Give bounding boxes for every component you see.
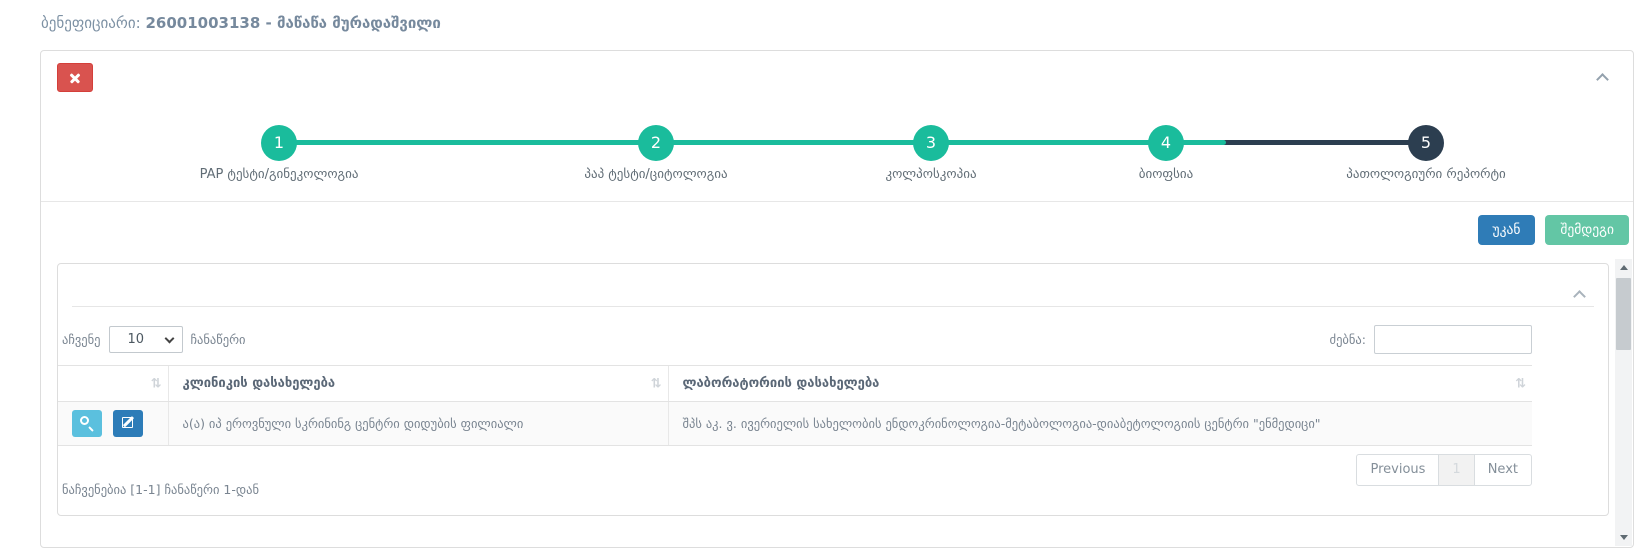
scroll-area: აჩვენე 10 ჩანაწერი ძებნა: — [42, 259, 1632, 546]
sort-icon: ⇅ — [651, 376, 661, 391]
magnifier-icon — [80, 416, 89, 425]
table-controls: აჩვენე 10 ჩანაწერი ძებნა: — [58, 325, 1532, 353]
search-control: ძებნა: — [1330, 325, 1532, 354]
chevron-down-icon — [164, 333, 174, 343]
chevron-up-icon — [1573, 290, 1586, 303]
step-1-label: PAP ტესტი/გინეკოლოგია — [99, 167, 459, 182]
page-size-value: 10 — [128, 332, 145, 347]
row-actions-cell — [58, 402, 168, 446]
table-row: ა(ა) იპ ეროვნული სკრინინგ ცენტრი დიდუბის… — [58, 402, 1532, 446]
page-title: ბენეფიციარი: 26001003138 - მაწაწა მურადა… — [41, 14, 441, 32]
divider — [41, 201, 1633, 202]
wizard-step-1: 1 PAP ტესტი/გინეკოლოგია — [261, 125, 297, 161]
pagination: Previous 1 Next — [1356, 454, 1532, 486]
search-input[interactable] — [1374, 325, 1532, 354]
sort-icon: ⇅ — [1515, 376, 1525, 391]
divider — [72, 306, 1594, 307]
results-card-header — [58, 264, 1608, 306]
clinic-name-cell: ა(ა) იპ ეროვნული სკრინინგ ცენტრი დიდუბის… — [168, 402, 668, 446]
row-edit-button[interactable] — [113, 410, 143, 437]
pagination-page-1[interactable]: 1 — [1438, 454, 1474, 486]
results-card: აჩვენე 10 ჩანაწერი ძებნა: — [57, 263, 1609, 516]
pagination-previous[interactable]: Previous — [1356, 454, 1439, 486]
pagination-next[interactable]: Next — [1474, 454, 1532, 486]
step-1-circle[interactable]: 1 — [261, 125, 297, 161]
length-label-before: აჩვენე — [62, 332, 101, 347]
wizard-step-2: 2 პაპ ტესტი/ციტოლოგია — [638, 125, 674, 161]
column-header-clinic[interactable]: კლინიკის დასახელება ⇅ — [168, 366, 668, 402]
card-collapse-toggle[interactable] — [1575, 286, 1584, 305]
scrollbar-thumb[interactable] — [1616, 278, 1631, 350]
next-button[interactable]: შემდეგი — [1545, 215, 1629, 245]
triangle-up-icon — [1620, 265, 1628, 270]
close-button[interactable] — [57, 63, 93, 92]
table-footer: ნაჩვენებია [1-1] ჩანაწერი 1-დან Previous… — [58, 446, 1532, 510]
row-view-button[interactable] — [72, 410, 102, 437]
datatable-zone: აჩვენე 10 ჩანაწერი ძებნა: — [58, 325, 1532, 510]
panel-collapse-toggle[interactable] — [1598, 69, 1607, 88]
scrollbar-down-button[interactable] — [1615, 529, 1632, 546]
pencil-icon — [122, 417, 133, 428]
chevron-up-icon — [1596, 73, 1609, 86]
page-size-select[interactable]: 10 — [109, 326, 183, 353]
table-info: ნაჩვენებია [1-1] ჩანაწერი 1-დან — [62, 482, 259, 497]
table-header-row: ⇅ კლინიკის დასახელება ⇅ ლაბორატორიის დას… — [58, 366, 1532, 402]
stepper-line-progress — [279, 140, 1226, 145]
column-header-laboratory[interactable]: ლაბორატორიის დასახელება ⇅ — [668, 366, 1532, 402]
step-4-circle[interactable]: 4 — [1148, 125, 1184, 161]
step-2-circle[interactable]: 2 — [638, 125, 674, 161]
wizard-step-5: 5 პათოლოგიური რეპორტი — [1408, 125, 1444, 161]
column-header-actions[interactable]: ⇅ — [58, 366, 168, 402]
wizard-step-3: 3 კოლპოსკოპია — [913, 125, 949, 161]
close-icon — [69, 72, 81, 84]
beneficiary-value: 26001003138 - მაწაწა მურადაშვილი — [145, 14, 440, 32]
step-5-circle[interactable]: 5 — [1408, 125, 1444, 161]
length-control: აჩვენე 10 ჩანაწერი — [62, 326, 246, 353]
laboratory-name-cell: შპს აკ. ვ. ივერიელის სახელობის ენდოკრინო… — [668, 402, 1532, 446]
wizard-step-4: 4 ბიოფსია — [1148, 125, 1184, 161]
wizard-stepper: 1 PAP ტესტი/გინეკოლოგია 2 პაპ ტესტი/ციტო… — [41, 106, 1633, 236]
search-label: ძებნა: — [1330, 332, 1366, 347]
length-label-after: ჩანაწერი — [191, 332, 246, 347]
vertical-scrollbar — [1615, 259, 1632, 546]
sort-icon: ⇅ — [151, 376, 161, 391]
beneficiary-label: ბენეფიციარი: — [41, 14, 141, 32]
triangle-down-icon — [1620, 535, 1628, 540]
back-button[interactable]: უკან — [1478, 215, 1536, 245]
wizard-nav-buttons: უკან შემდეგი — [1478, 215, 1629, 245]
scrollbar-up-button[interactable] — [1615, 259, 1632, 276]
step-5-label: პათოლოგიური რეპორტი — [1246, 167, 1606, 182]
results-table: ⇅ კლინიკის დასახელება ⇅ ლაბორატორიის დას… — [58, 365, 1532, 446]
page: ბენეფიციარი: 26001003138 - მაწაწა მურადა… — [0, 0, 1650, 557]
step-3-circle[interactable]: 3 — [913, 125, 949, 161]
wizard-panel: 1 PAP ტესტი/გინეკოლოგია 2 პაპ ტესტი/ციტო… — [40, 50, 1634, 548]
